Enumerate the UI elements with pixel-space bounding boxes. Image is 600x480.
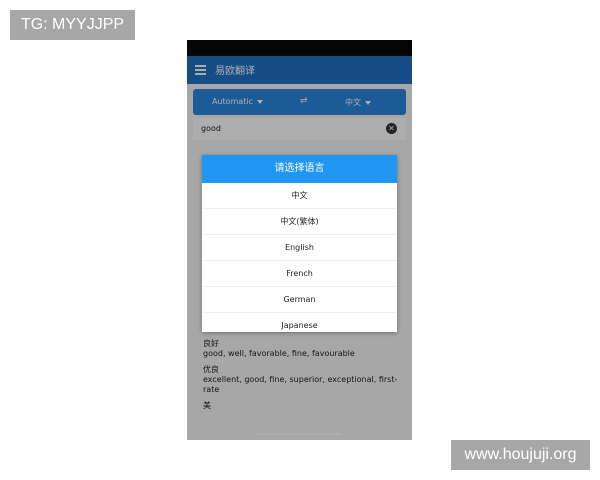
dialog-title: 请选择语言 — [202, 155, 397, 183]
watermark-tag: TG: MYYJJPP — [10, 10, 135, 40]
language-option[interactable]: English — [202, 235, 397, 261]
language-option[interactable]: German — [202, 287, 397, 313]
language-option[interactable]: Japanese — [202, 313, 397, 338]
phone-screen: 易欧翻译 Automatic ⇌ 中文 good ✕ good 良好 good,… — [187, 40, 412, 440]
language-option[interactable]: 中文(繁体) — [202, 209, 397, 235]
language-option[interactable]: 中文 — [202, 183, 397, 209]
status-bar — [187, 40, 412, 56]
watermark-site: www.houjuji.org — [451, 440, 590, 470]
language-picker-dialog: 请选择语言 中文 中文(繁体) English French German Ja… — [202, 155, 397, 332]
language-option[interactable]: French — [202, 261, 397, 287]
